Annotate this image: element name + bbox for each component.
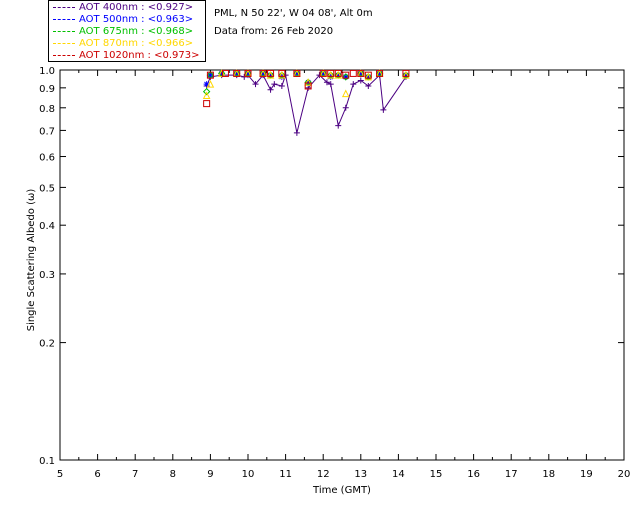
legend-line-675nm xyxy=(53,30,75,32)
data-point-aot500nm xyxy=(207,72,214,79)
legend-item-870nm: AOT 870nm : <0.966> xyxy=(53,38,193,50)
legend-line-500nm xyxy=(53,18,75,20)
x-tick-label: 17 xyxy=(505,469,518,480)
x-tick-label: 6 xyxy=(94,469,100,480)
data-point-aot870nm xyxy=(202,91,211,100)
data-point-aot400nm xyxy=(380,106,387,113)
x-tick-label: 12 xyxy=(317,469,330,480)
data-point-aot1020nm xyxy=(349,69,357,77)
legend-item-675nm: AOT 675nm : <0.968> xyxy=(53,26,193,38)
y-tick-label: 0.5 xyxy=(39,183,55,194)
x-tick-label: 19 xyxy=(580,469,593,480)
y-tick-label: 0.2 xyxy=(39,339,55,350)
data-point-aot400nm xyxy=(335,122,342,129)
data-point-aot400nm xyxy=(342,104,349,111)
legend-label-675nm: AOT 675nm : <0.968> xyxy=(79,26,194,37)
legend-line-1020nm xyxy=(53,54,75,56)
data-point-aot400nm xyxy=(293,129,300,136)
legend-label-500nm: AOT 500nm : <0.963> xyxy=(79,14,194,25)
plot-frame xyxy=(59,69,625,461)
legend-item-1020nm: AOT 1020nm : <0.973> xyxy=(53,50,199,62)
y-tick-label: 0.9 xyxy=(39,84,55,95)
legend-item-500nm: AOT 500nm : <0.963> xyxy=(53,14,193,26)
x-tick-label: 18 xyxy=(542,469,555,480)
date-info: Data from: 26 Feb 2020 xyxy=(214,26,334,37)
data-point-aot400nm xyxy=(350,81,357,88)
data-point-aot400nm xyxy=(271,81,278,88)
y-tick-label: 0.4 xyxy=(39,221,55,232)
x-tick-label: 8 xyxy=(170,469,176,480)
y-tick-label: 0.7 xyxy=(39,126,55,137)
x-tick-label: 10 xyxy=(242,469,255,480)
y-tick-label: 0.1 xyxy=(39,456,55,467)
x-tick-label: 13 xyxy=(354,469,367,480)
legend-label-1020nm: AOT 1020nm : <0.973> xyxy=(79,50,200,61)
x-tick-label: 14 xyxy=(392,469,405,480)
x-tick-label: 9 xyxy=(207,469,213,480)
data-point-aot500nm xyxy=(342,73,349,80)
chart-svg: 5 6 7 8 9 10 11 12 13 14 15 16 17 18 19 20 0.1 0.2 0.3 0.4 0… xyxy=(26,66,631,496)
data-point-aot870nm xyxy=(341,89,350,98)
x-tick-label: 20 xyxy=(618,469,631,480)
x-tick-label: 16 xyxy=(467,469,480,480)
y-tick-label: 0.6 xyxy=(39,153,55,164)
legend-line-400nm xyxy=(53,6,75,8)
y-tick-label: 0.3 xyxy=(39,270,55,281)
legend: AOT 400nm : <0.927> AOT 500nm : <0.963> … xyxy=(48,0,206,62)
legend-label-870nm: AOT 870nm : <0.966> xyxy=(79,38,194,49)
x-axis-title: Time (GMT) xyxy=(312,485,371,496)
x-tick-label: 5 xyxy=(57,469,63,480)
data-point-aot1020nm xyxy=(203,100,211,108)
y-tick-label: 1.0 xyxy=(39,66,55,77)
site-info: PML, N 50 22', W 04 08', Alt 0m xyxy=(214,8,373,19)
data-point-aot400nm xyxy=(267,86,274,93)
legend-line-870nm xyxy=(53,42,75,44)
data-point-aot400nm xyxy=(278,82,285,89)
y-axis-title: Single Scattering Albedo (ω) xyxy=(26,189,37,332)
x-tick-label: 7 xyxy=(132,469,138,480)
legend-item-400nm: AOT 400nm : <0.927> xyxy=(53,2,193,14)
y-tick-label: 0.8 xyxy=(39,104,55,115)
x-tick-label: 15 xyxy=(430,469,443,480)
legend-label-400nm: AOT 400nm : <0.927> xyxy=(79,2,194,13)
x-tick-label: 11 xyxy=(279,469,292,480)
